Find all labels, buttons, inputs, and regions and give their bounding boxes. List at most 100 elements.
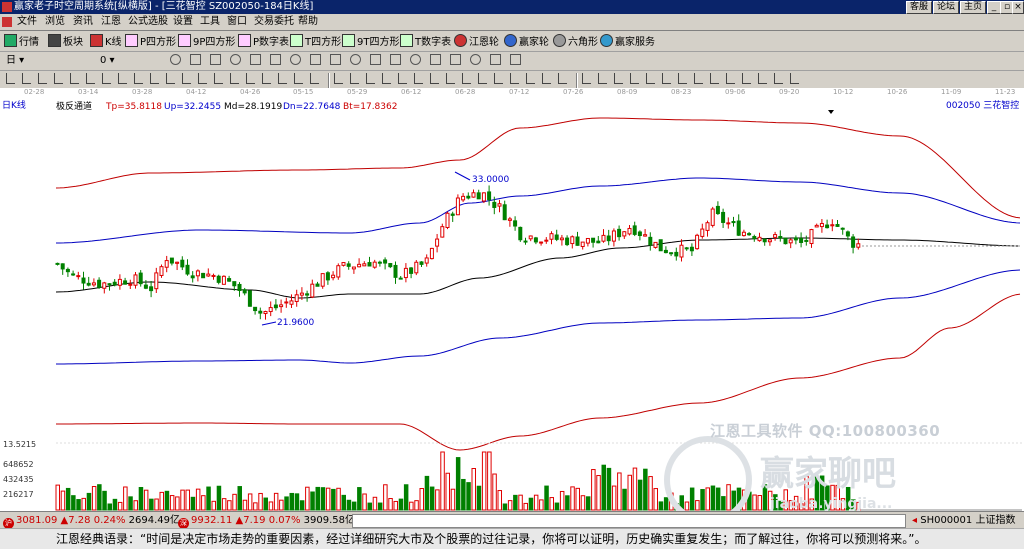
forum-button[interactable]: 论坛: [933, 1, 960, 14]
value-select[interactable]: 0 ▾: [100, 54, 115, 68]
drawing-tool-icon[interactable]: [398, 73, 407, 84]
menu-formula[interactable]: 公式选股: [128, 16, 168, 28]
chart-tool-icon[interactable]: [170, 54, 181, 65]
tool-gann-wheel[interactable]: 江恩轮: [454, 34, 499, 48]
drawing-tool-icon[interactable]: [646, 73, 655, 84]
drawing-tool-icon[interactable]: [478, 73, 487, 84]
chart-tool-icon[interactable]: [310, 54, 321, 65]
kefu-button[interactable]: 客服: [906, 1, 933, 14]
drawing-tool-icon[interactable]: [710, 73, 719, 84]
chart-tool-icon[interactable]: [230, 54, 241, 65]
drawing-tool-icon[interactable]: [166, 73, 175, 84]
drawing-tool-icon[interactable]: [38, 73, 47, 84]
menu-window[interactable]: 窗口: [227, 16, 247, 28]
tool-sector[interactable]: 板块: [48, 34, 83, 48]
chart-tool-icon[interactable]: [430, 54, 441, 65]
drawing-tool-icon[interactable]: [198, 73, 207, 84]
status-scrollbar[interactable]: [352, 514, 906, 528]
sz-index-block[interactable]: 深 9932.11 ▲7.19 0.07% 3909.58亿: [178, 514, 355, 529]
chart-tool-icon[interactable]: [250, 54, 261, 65]
chart-tool-icon[interactable]: [270, 54, 281, 65]
drawing-tool-icon[interactable]: [294, 73, 303, 84]
minimize-icon[interactable]: _: [987, 1, 1001, 14]
drawing-tool-icon[interactable]: [662, 73, 671, 84]
chart-tool-icon[interactable]: [470, 54, 481, 65]
drawing-tool-icon[interactable]: [582, 73, 591, 84]
drawing-tool-icon[interactable]: [726, 73, 735, 84]
drawing-tool-icon[interactable]: [774, 73, 783, 84]
drawing-tool-icon[interactable]: [742, 73, 751, 84]
menu-browse[interactable]: 浏览: [45, 16, 65, 28]
menu-tools[interactable]: 工具: [200, 16, 220, 28]
drawing-tool-icon[interactable]: [214, 73, 223, 84]
sh-index-block[interactable]: 沪 3081.09 ▲7.28 0.24% 2694.49亿: [3, 514, 180, 529]
menu-help[interactable]: 帮助: [298, 16, 318, 28]
menu-news[interactable]: 资讯: [73, 16, 93, 28]
drawing-tool-icon[interactable]: [118, 73, 127, 84]
drawing-tool-icon[interactable]: [414, 73, 423, 84]
chart-tool-icon[interactable]: [390, 54, 401, 65]
drawing-tool-icon[interactable]: [630, 73, 639, 84]
drawing-tool-icon[interactable]: [462, 73, 471, 84]
tool-hexagon[interactable]: 六角形: [553, 34, 598, 48]
chart-tool-icon[interactable]: [190, 54, 201, 65]
tool-9p-square[interactable]: 9P四方形: [178, 34, 235, 48]
drawing-tool-icon[interactable]: [86, 73, 95, 84]
tool-t-square[interactable]: T四方形: [290, 34, 341, 48]
tool-p-number[interactable]: P数字表: [238, 34, 289, 48]
drawing-tool-icon[interactable]: [558, 73, 567, 84]
tool-kline[interactable]: K线: [90, 34, 122, 48]
drawing-tool-icon[interactable]: [758, 73, 767, 84]
drawing-tool-icon[interactable]: [6, 73, 15, 84]
drawing-tool-icon[interactable]: [510, 73, 519, 84]
drawing-tool-icon[interactable]: [598, 73, 607, 84]
index-code[interactable]: ◂ SH000001 上证指数: [912, 514, 1015, 527]
drawing-tool-icon[interactable]: [542, 73, 551, 84]
drawing-tool-icon[interactable]: [694, 73, 703, 84]
chart-tool-icon[interactable]: [370, 54, 381, 65]
drawing-tool-icon[interactable]: [278, 73, 287, 84]
drawing-tool-icon[interactable]: [262, 73, 271, 84]
close-icon[interactable]: ×: [1012, 1, 1024, 14]
drawing-tool-icon[interactable]: [366, 73, 375, 84]
drawing-tool-icon[interactable]: [134, 73, 143, 84]
drawing-tool-icon[interactable]: [494, 73, 503, 84]
tool-winner-service[interactable]: 赢家服务: [600, 34, 655, 48]
drawing-tool-icon[interactable]: [446, 73, 455, 84]
drawing-tool-icon[interactable]: [614, 73, 623, 84]
chart-tool-icon[interactable]: [290, 54, 301, 65]
homepage-button[interactable]: 主页: [960, 1, 987, 14]
tool-winner-wheel[interactable]: 赢家轮: [504, 34, 549, 48]
chart-tool-icon[interactable]: [330, 54, 341, 65]
drawing-tool-icon[interactable]: [334, 73, 343, 84]
drawing-tool-icon[interactable]: [246, 73, 255, 84]
drawing-tool-icon[interactable]: [54, 73, 63, 84]
drawing-tool-icon[interactable]: [70, 73, 79, 84]
drawing-tool-icon[interactable]: [22, 73, 31, 84]
drawing-tool-icon[interactable]: [150, 73, 159, 84]
drawing-tool-icon[interactable]: [382, 73, 391, 84]
menu-file[interactable]: 文件: [17, 16, 37, 28]
menu-settings[interactable]: 设置: [173, 16, 193, 28]
drawing-tool-icon[interactable]: [430, 73, 439, 84]
drawing-tool-icon[interactable]: [350, 73, 359, 84]
chart-tool-icon[interactable]: [490, 54, 501, 65]
drawing-tool-icon[interactable]: [678, 73, 687, 84]
tool-quotes[interactable]: 行情: [4, 34, 39, 48]
period-select[interactable]: 日 ▾: [6, 54, 24, 68]
chart-tool-icon[interactable]: [210, 54, 221, 65]
tool-p-square[interactable]: P四方形: [125, 34, 176, 48]
chart-tool-icon[interactable]: [410, 54, 421, 65]
drawing-tool-icon[interactable]: [310, 73, 319, 84]
drawing-tool-icon[interactable]: [526, 73, 535, 84]
menu-trade[interactable]: 交易委托: [254, 16, 294, 28]
chart-tool-icon[interactable]: [450, 54, 461, 65]
chart-tool-icon[interactable]: [510, 54, 521, 65]
menu-gann[interactable]: 江恩: [101, 16, 121, 28]
chart-tool-icon[interactable]: [350, 54, 361, 65]
drawing-tool-icon[interactable]: [230, 73, 239, 84]
tool-t-number[interactable]: T数字表: [400, 34, 451, 48]
drawing-tool-icon[interactable]: [790, 73, 799, 84]
drawing-tool-icon[interactable]: [182, 73, 191, 84]
tool-9t-square[interactable]: 9T四方形: [342, 34, 399, 48]
